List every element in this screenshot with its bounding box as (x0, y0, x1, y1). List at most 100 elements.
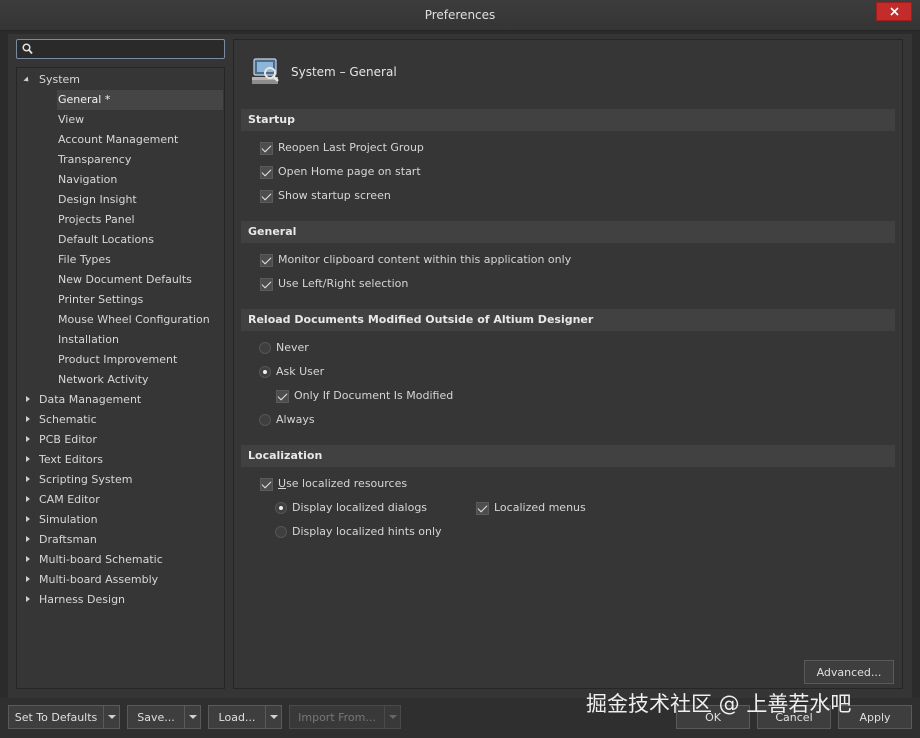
display-localized-dialogs-radio[interactable]: Display localized dialogs (275, 498, 427, 518)
tree-node-harness-design[interactable]: Harness Design (17, 590, 224, 610)
load-dropdown[interactable] (266, 705, 282, 729)
expand-arrow-icon[interactable] (26, 496, 30, 502)
close-icon (889, 7, 899, 16)
tree-item-design-insight[interactable]: Design Insight (17, 190, 224, 210)
expand-arrow-icon[interactable] (26, 456, 30, 462)
display-localized-hints-radio[interactable]: Display localized hints only (275, 522, 442, 542)
checkbox-box[interactable] (260, 165, 273, 179)
radio-circle[interactable] (259, 414, 271, 426)
import-from-dropdown[interactable] (385, 705, 401, 729)
expand-arrow-icon[interactable] (26, 516, 30, 522)
tree-item-label: Product Improvement (58, 353, 178, 366)
use-left-right-selection-checkbox[interactable]: Use Left/Right selection (260, 274, 408, 294)
checkbox-label: Only If Document Is Modified (294, 389, 454, 402)
checkbox-box[interactable] (276, 389, 289, 403)
tree-item-network-activity[interactable]: Network Activity (17, 370, 224, 390)
tree-item-file-types[interactable]: File Types (17, 250, 224, 270)
set-to-defaults-button[interactable]: Set To Defaults (8, 705, 104, 729)
tree-item-default-locations[interactable]: Default Locations (17, 230, 224, 250)
use-localized-resources-checkbox[interactable]: Use localized resources (260, 474, 407, 494)
tree-node-label: CAM Editor (39, 493, 100, 506)
tree-item-product-improvement[interactable]: Product Improvement (17, 350, 224, 370)
radio-circle[interactable] (259, 366, 271, 378)
tree-node-schematic[interactable]: Schematic (17, 410, 224, 430)
reload-always-radio[interactable]: Always (259, 410, 315, 430)
set-to-defaults-dropdown[interactable] (104, 705, 120, 729)
search-input[interactable] (16, 39, 225, 59)
radio-circle[interactable] (275, 502, 287, 514)
radio-label: Never (276, 341, 309, 354)
tree-item-navigation[interactable]: Navigation (17, 170, 224, 190)
tree-node-simulation[interactable]: Simulation (17, 510, 224, 530)
close-button[interactable] (876, 2, 912, 21)
tree-item-mouse-wheel-configuration[interactable]: Mouse Wheel Configuration (17, 310, 224, 330)
expand-arrow-icon[interactable] (26, 416, 30, 422)
tree-node-system[interactable]: System (17, 70, 224, 90)
radio-circle[interactable] (259, 342, 271, 354)
expand-arrow-icon[interactable] (26, 476, 30, 482)
tree-item-label: Network Activity (58, 373, 149, 386)
chevron-down-icon (188, 715, 197, 719)
tree-node-multi-board-schematic[interactable]: Multi-board Schematic (17, 550, 224, 570)
import-from-button[interactable]: Import From... (289, 705, 385, 729)
checkbox-box[interactable] (260, 189, 273, 203)
tree-item-installation[interactable]: Installation (17, 330, 224, 350)
checkbox-label: Monitor clipboard content within this ap… (278, 253, 572, 266)
import-from-split-button[interactable]: Import From... (289, 705, 401, 729)
localized-menus-checkbox[interactable]: Localized menus (476, 498, 586, 518)
set-to-defaults-split-button[interactable]: Set To Defaults (8, 705, 120, 729)
checkbox-label: Use localized resources (278, 477, 408, 490)
tree-node-pcb-editor[interactable]: PCB Editor (17, 430, 224, 450)
tree-item-account-management[interactable]: Account Management (17, 130, 224, 150)
only-if-document-modified-checkbox[interactable]: Only If Document Is Modified (276, 386, 453, 406)
expand-arrow-icon[interactable] (26, 576, 30, 582)
load-split-button[interactable]: Load... (208, 705, 282, 729)
expand-arrow-icon[interactable] (26, 436, 30, 442)
tree-item-general[interactable]: General * (57, 90, 223, 110)
tree-item-label: Transparency (58, 153, 132, 166)
tree-item-view[interactable]: View (17, 110, 224, 130)
tree-item-label: Design Insight (58, 193, 137, 206)
tree-node-label: Multi-board Schematic (39, 553, 163, 566)
save-split-button[interactable]: Save... (127, 705, 201, 729)
title-bar: Preferences (0, 0, 920, 31)
tree-item-label: Installation (58, 333, 119, 346)
tree-item-new-document-defaults[interactable]: New Document Defaults (17, 270, 224, 290)
radio-label: Display localized hints only (292, 525, 442, 538)
save-dropdown[interactable] (185, 705, 201, 729)
tree-node-data-management[interactable]: Data Management (17, 390, 224, 410)
category-tree[interactable]: System General * View Account Management Tr… (16, 67, 225, 689)
advanced-button[interactable]: Advanced... (804, 660, 894, 684)
monitor-clipboard-checkbox[interactable]: Monitor clipboard content within this ap… (260, 250, 571, 270)
reload-never-radio[interactable]: Never (259, 338, 309, 358)
tree-node-cam-editor[interactable]: CAM Editor (17, 490, 224, 510)
collapse-arrow-icon[interactable] (23, 76, 31, 84)
tree-item-transparency[interactable]: Transparency (17, 150, 224, 170)
save-button[interactable]: Save... (127, 705, 185, 729)
show-startup-screen-checkbox[interactable]: Show startup screen (260, 186, 391, 206)
tree-item-label: Projects Panel (58, 213, 135, 226)
open-home-page-checkbox[interactable]: Open Home page on start (260, 162, 421, 182)
tree-node-draftsman[interactable]: Draftsman (17, 530, 224, 550)
expand-arrow-icon[interactable] (26, 536, 30, 542)
expand-arrow-icon[interactable] (26, 596, 30, 602)
radio-circle[interactable] (275, 526, 287, 538)
section-general: General (241, 221, 895, 243)
expand-arrow-icon[interactable] (26, 396, 30, 402)
tree-node-scripting-system[interactable]: Scripting System (17, 470, 224, 490)
checkbox-box[interactable] (476, 501, 489, 515)
tree-node-text-editors[interactable]: Text Editors (17, 450, 224, 470)
checkbox-box[interactable] (260, 277, 273, 291)
tree-item-printer-settings[interactable]: Printer Settings (17, 290, 224, 310)
tree-node-label: Scripting System (39, 473, 133, 486)
expand-arrow-icon[interactable] (26, 556, 30, 562)
tree-item-projects-panel[interactable]: Projects Panel (17, 210, 224, 230)
tree-node-multi-board-assembly[interactable]: Multi-board Assembly (17, 570, 224, 590)
checkbox-box[interactable] (260, 253, 273, 267)
checkbox-box[interactable] (260, 141, 273, 155)
checkbox-box[interactable] (260, 477, 273, 491)
reload-ask-user-radio[interactable]: Ask User (259, 362, 324, 382)
load-button[interactable]: Load... (208, 705, 266, 729)
radio-label: Ask User (276, 365, 325, 378)
reopen-last-project-group-checkbox[interactable]: Reopen Last Project Group (260, 138, 424, 158)
